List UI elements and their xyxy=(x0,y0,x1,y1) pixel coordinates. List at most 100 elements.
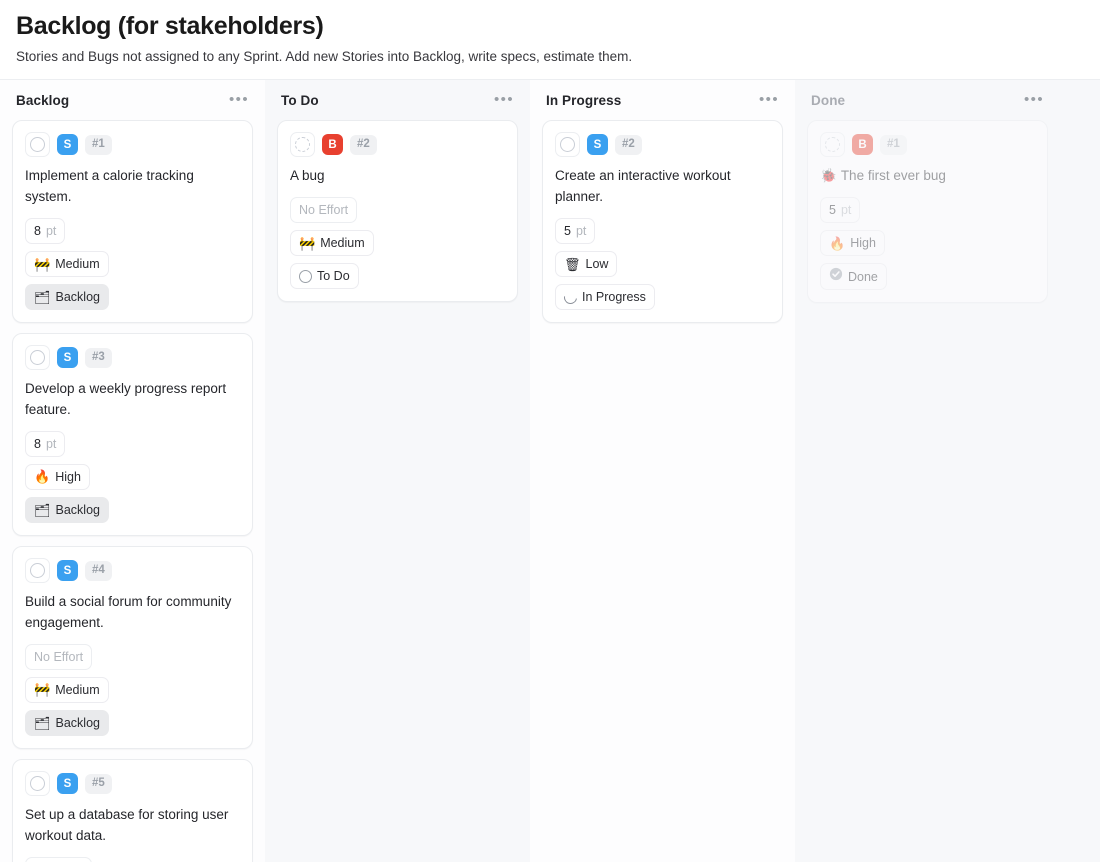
card-effort-chip[interactable]: 5 pt xyxy=(555,217,596,244)
bug-emoji-icon: 🐞 xyxy=(820,168,837,184)
circle-outline-icon xyxy=(30,350,45,366)
card-header: S #5 xyxy=(25,771,240,797)
board-column-backlog: Backlog ••• S #1 Implement a calorie trackin… xyxy=(0,80,265,863)
page-title: Backlog (for stakeholders) xyxy=(16,12,324,40)
card-status-chip[interactable]: 🗂 Backlog xyxy=(25,709,109,737)
card-id-pill: #5 xyxy=(85,773,112,794)
card-effort-chip[interactable]: 8 pt xyxy=(25,217,66,244)
card-chips: 8 pt 🚧 Medium 🗂 Backlog xyxy=(25,217,240,311)
priority-label: Low xyxy=(585,256,609,271)
card-title: Create an interactive workout planner. xyxy=(555,166,770,208)
circle-outline-icon xyxy=(30,137,45,153)
status-label: To Do xyxy=(317,269,350,284)
card-priority-chip[interactable]: 🚧 Medium xyxy=(25,676,109,703)
card-priority-chip[interactable]: 🗑 Low xyxy=(555,250,618,278)
card-type-badge-story[interactable]: S xyxy=(57,560,78,582)
card-type-badge-story[interactable]: S xyxy=(57,773,78,795)
column-card-list: B #2 A bug No Effort 🚧 Medium To Do xyxy=(265,120,530,303)
card-complete-checkbox[interactable] xyxy=(25,132,50,158)
card-id-pill: #1 xyxy=(880,134,907,155)
card-priority-chip[interactable]: 🚧 Medium xyxy=(25,250,109,278)
card-status-chip[interactable]: 🗂 Backlog xyxy=(25,497,109,524)
column-header-in-progress: In Progress ••• xyxy=(530,80,795,120)
status-label: Done xyxy=(848,269,878,284)
folder-icon: 🗂 xyxy=(34,502,51,518)
effort-value: 8 xyxy=(34,223,41,238)
card-title: A bug xyxy=(290,166,505,187)
status-label: Backlog xyxy=(55,503,100,518)
column-header-done: Done ••• xyxy=(795,80,1060,120)
priority-emoji-icon: 🚧 xyxy=(34,682,51,698)
card-complete-checkbox[interactable] xyxy=(290,132,315,158)
column-card-list: B #1 🐞 The first ever bug 5 pt 🔥 High Done xyxy=(795,120,1060,304)
card-title-text: The first ever bug xyxy=(840,168,946,184)
column-title: Done xyxy=(811,92,846,108)
column-title: In Progress xyxy=(546,92,622,108)
circle-outline-icon xyxy=(295,137,310,153)
card-title: Develop a weekly progress report feature… xyxy=(25,379,240,421)
column-title: Backlog xyxy=(16,92,70,108)
card-type-badge-bug[interactable]: B xyxy=(852,134,873,156)
task-card[interactable]: S #2 Create an interactive workout planner… xyxy=(542,120,783,324)
card-status-chip[interactable]: In Progress xyxy=(555,284,655,311)
priority-emoji-icon: 🔥 xyxy=(34,469,51,485)
task-card[interactable]: S #1 Implement a calorie tracking system. 8… xyxy=(12,120,253,324)
card-title: Set up a database for storing user worko… xyxy=(25,805,240,847)
task-card[interactable]: S #3 Develop a weekly progress report feat… xyxy=(12,333,253,537)
priority-emoji-icon: 🔥 xyxy=(829,235,846,251)
card-effort-chip[interactable]: 5 pt xyxy=(820,197,861,224)
column-menu-button[interactable]: ••• xyxy=(757,92,781,107)
column-menu-button[interactable]: ••• xyxy=(227,92,251,107)
task-card[interactable]: B #2 A bug No Effort 🚧 Medium To Do xyxy=(277,120,518,303)
card-title-text: Build a social forum for community engag… xyxy=(25,594,232,630)
card-priority-chip[interactable]: 🚧 Medium xyxy=(290,230,374,257)
column-menu-button[interactable]: ••• xyxy=(1022,92,1046,107)
column-menu-button[interactable]: ••• xyxy=(492,92,516,107)
column-title: To Do xyxy=(281,92,319,108)
card-type-badge-bug[interactable]: B xyxy=(322,134,343,156)
card-id-pill: #3 xyxy=(85,347,112,368)
status-label: Backlog xyxy=(55,715,100,730)
circle-outline-icon xyxy=(825,137,840,153)
card-title-text: Set up a database for storing user worko… xyxy=(25,807,229,843)
card-complete-checkbox[interactable] xyxy=(25,771,50,797)
check-circle-icon xyxy=(829,267,843,286)
card-priority-chip[interactable]: 🔥 High xyxy=(820,230,885,257)
card-status-chip[interactable]: Done xyxy=(820,263,887,291)
card-type-badge-story[interactable]: S xyxy=(57,347,78,369)
card-priority-chip[interactable]: 🔥 High xyxy=(25,463,90,491)
effort-unit: pt xyxy=(45,223,57,238)
card-id-pill: #1 xyxy=(85,134,112,155)
effort-unit: pt xyxy=(45,436,57,451)
column-header-todo: To Do ••• xyxy=(265,80,530,120)
folder-icon: 🗂 xyxy=(34,715,51,731)
card-status-chip[interactable]: 🗂 Backlog xyxy=(25,284,109,311)
card-effort-chip[interactable]: No Effort xyxy=(25,643,93,670)
column-header-backlog: Backlog ••• xyxy=(0,80,265,120)
card-complete-checkbox[interactable] xyxy=(555,132,580,158)
card-complete-checkbox[interactable] xyxy=(25,558,50,584)
card-id-pill: #2 xyxy=(615,134,642,155)
card-status-chip[interactable]: To Do xyxy=(290,263,359,290)
card-complete-checkbox[interactable] xyxy=(25,345,50,371)
card-type-badge-story[interactable]: S xyxy=(57,134,78,156)
task-card[interactable]: B #1 🐞 The first ever bug 5 pt 🔥 High Done xyxy=(807,120,1048,304)
status-label: In Progress xyxy=(582,290,646,305)
circle-outline-icon xyxy=(299,269,312,283)
column-card-list: S #2 Create an interactive workout planner… xyxy=(530,120,795,324)
card-effort-chip[interactable]: No Effort xyxy=(290,197,358,224)
card-effort-chip[interactable]: No Effort xyxy=(25,856,93,863)
card-title-text: Implement a calorie tracking system. xyxy=(25,168,194,205)
task-card[interactable]: S #4 Build a social forum for community en… xyxy=(12,546,253,750)
effort-value: 8 xyxy=(34,436,41,451)
card-type-badge-story[interactable]: S xyxy=(587,134,608,156)
priority-emoji-icon: 🗑 xyxy=(564,256,581,272)
card-effort-chip[interactable]: 8 pt xyxy=(25,430,66,457)
priority-label: High xyxy=(850,236,876,251)
status-label: Backlog xyxy=(55,290,100,305)
card-complete-checkbox[interactable] xyxy=(820,132,845,158)
priority-label: Medium xyxy=(320,236,365,251)
card-id-pill: #4 xyxy=(85,560,112,581)
task-card[interactable]: S #5 Set up a database for storing user wo… xyxy=(12,759,253,863)
board-column-in-progress: In Progress ••• S #2 Create an interactive w… xyxy=(530,80,795,863)
